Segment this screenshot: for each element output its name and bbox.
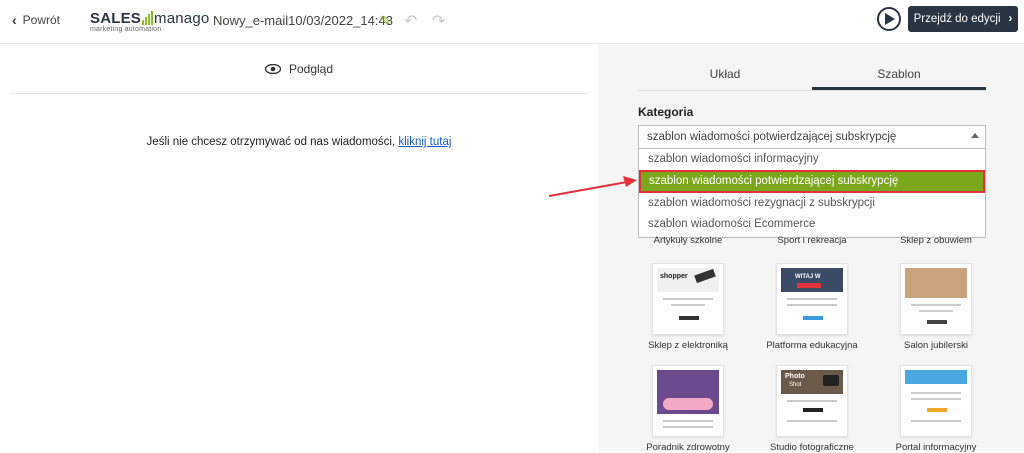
- template-card[interactable]: Sklep z obuwiem: [886, 235, 986, 246]
- logo-bars-icon: [142, 11, 154, 25]
- thumb-line: [663, 426, 713, 428]
- template-row: Poradnik zdrowotny Photo Shot Studio fot…: [638, 365, 986, 453]
- template-name: Poradnik zdrowotny: [646, 442, 730, 453]
- chevron-left-icon: ‹: [12, 12, 17, 28]
- template-card[interactable]: WITAJ W Platforma edukacyjna: [762, 263, 862, 351]
- thumb-line: [671, 304, 705, 306]
- template-card[interactable]: Sport i rekreacja: [762, 235, 862, 246]
- pencil-icon[interactable]: ✎: [380, 13, 391, 29]
- template-panel: Układ Szablon Kategoria szablon wiadomoś…: [598, 45, 1024, 453]
- category-option[interactable]: szablon wiadomości informacyjny: [639, 149, 985, 170]
- thumb-shopper-text: shopper: [660, 273, 688, 280]
- template-card[interactable]: Photo Shot Studio fotograficzne: [762, 365, 862, 453]
- thumb-line: [663, 298, 713, 300]
- category-option[interactable]: szablon wiadomości rezygnacji z subskryp…: [639, 193, 985, 214]
- template-thumbnail: WITAJ W: [776, 263, 848, 335]
- thumb-header: [657, 370, 719, 414]
- caret-up-icon: [971, 133, 979, 138]
- thumb-line: [919, 310, 953, 312]
- thumb-red-bar: [797, 283, 821, 288]
- thumb-line: [787, 298, 837, 300]
- template-name: Artykuły szkolne: [653, 235, 723, 246]
- template-card[interactable]: Artykuły szkolne: [638, 235, 738, 246]
- category-dropdown: szablon wiadomości informacyjny szablon …: [638, 149, 986, 238]
- unsubscribe-link[interactable]: kliknij tutaj: [398, 136, 451, 148]
- thumb-header: [905, 268, 967, 298]
- template-card[interactable]: Salon jubilerski: [886, 263, 986, 351]
- thumb-line: [911, 304, 961, 306]
- template-name: Studio fotograficzne: [770, 442, 854, 453]
- chevron-right-icon: ›: [1008, 13, 1013, 25]
- template-name: Sport i rekreacja: [777, 235, 847, 246]
- tab-layout[interactable]: Układ: [638, 59, 812, 90]
- thumb-line: [787, 420, 837, 422]
- template-card[interactable]: Portal informacyjny: [886, 365, 986, 453]
- thumb-product-shape: [694, 268, 716, 284]
- thumb-pink-shape: [663, 398, 713, 410]
- thumb-line: [911, 420, 961, 422]
- template-name: Portal informacyjny: [895, 442, 977, 453]
- template-card[interactable]: Poradnik zdrowotny: [638, 365, 738, 453]
- thumb-witaj-text: WITAJ W: [795, 274, 821, 280]
- template-name: Sklep z obuwiem: [900, 235, 972, 246]
- redo-icon[interactable]: ↷: [432, 11, 445, 31]
- thumb-header: WITAJ W: [781, 268, 843, 292]
- top-bar: ‹ Powrót SALES manago marketing automati…: [0, 0, 1024, 44]
- preview-area: Podgląd Jeśli nie chcesz otrzymywać od n…: [0, 45, 598, 451]
- category-select[interactable]: szablon wiadomości potwierdzającej subsk…: [638, 125, 986, 149]
- panel-tabs: Układ Szablon: [638, 59, 986, 91]
- thumb-line: [911, 392, 961, 394]
- message-title[interactable]: Nowy_e-mail10/03/2022_14:43: [213, 13, 393, 28]
- category-option-highlighted[interactable]: szablon wiadomości potwierdzającej subsk…: [639, 170, 985, 193]
- category-label: Kategoria: [638, 105, 694, 119]
- camera-icon: [823, 375, 839, 386]
- thumb-line: [787, 304, 837, 306]
- thumb-photo-text: Photo: [785, 373, 805, 380]
- template-name: Salon jubilerski: [904, 340, 968, 351]
- tab-template[interactable]: Szablon: [812, 59, 986, 90]
- template-thumbnail: Photo Shot: [776, 365, 848, 437]
- preview-header[interactable]: Podgląd: [10, 45, 588, 94]
- logo: SALES manago marketing automation: [90, 10, 209, 33]
- template-name: Platforma edukacyjna: [766, 340, 858, 351]
- unsubscribe-sentence: Jeśli nie chcesz otrzymywać od nas wiado…: [146, 136, 396, 148]
- eye-icon: [264, 64, 281, 74]
- template-thumbnail: [900, 263, 972, 335]
- thumb-button: [927, 408, 947, 412]
- thumb-button: [803, 316, 823, 320]
- template-thumbnail: shopper: [652, 263, 724, 335]
- thumb-header: shopper: [657, 268, 719, 292]
- go-to-edit-button[interactable]: Przejdź do edycji ›: [908, 6, 1018, 32]
- preview-label: Podgląd: [288, 62, 334, 76]
- template-row: shopper Sklep z elektroniką WITAJ W Plat…: [638, 263, 986, 351]
- category-select-value: szablon wiadomości potwierdzającej subsk…: [647, 131, 897, 143]
- thumb-line: [787, 400, 837, 402]
- go-to-edit-label: Przejdź do edycji: [913, 13, 1001, 25]
- annotation-arrow-icon: [548, 176, 637, 197]
- thumb-line: [663, 420, 713, 422]
- template-card[interactable]: shopper Sklep z elektroniką: [638, 263, 738, 351]
- logo-sales: SALES: [90, 10, 142, 27]
- thumb-header: Photo Shot: [781, 370, 843, 394]
- back-button[interactable]: ‹ Powrót: [12, 12, 60, 28]
- logo-subtitle: marketing automation: [90, 26, 162, 33]
- thumb-shot-text: Shot: [789, 382, 802, 388]
- template-thumbnail: [652, 365, 724, 437]
- unsubscribe-text: Jeśli nie chcesz otrzymywać od nas wiado…: [0, 136, 598, 148]
- thumb-button: [679, 316, 699, 320]
- thumb-header: [905, 370, 967, 384]
- category-option[interactable]: szablon wiadomości Ecommerce: [639, 214, 985, 235]
- play-icon[interactable]: [877, 7, 901, 31]
- template-row: Artykuły szkolne Sport i rekreacja Sklep…: [638, 235, 986, 246]
- undo-icon[interactable]: ↶: [404, 11, 417, 31]
- template-thumbnail: [900, 365, 972, 437]
- template-name: Sklep z elektroniką: [648, 340, 728, 351]
- thumb-button: [803, 408, 823, 412]
- thumb-button: [927, 320, 947, 324]
- logo-manago: manago: [154, 10, 210, 27]
- back-label: Powrót: [22, 13, 61, 27]
- thumb-line: [911, 398, 961, 400]
